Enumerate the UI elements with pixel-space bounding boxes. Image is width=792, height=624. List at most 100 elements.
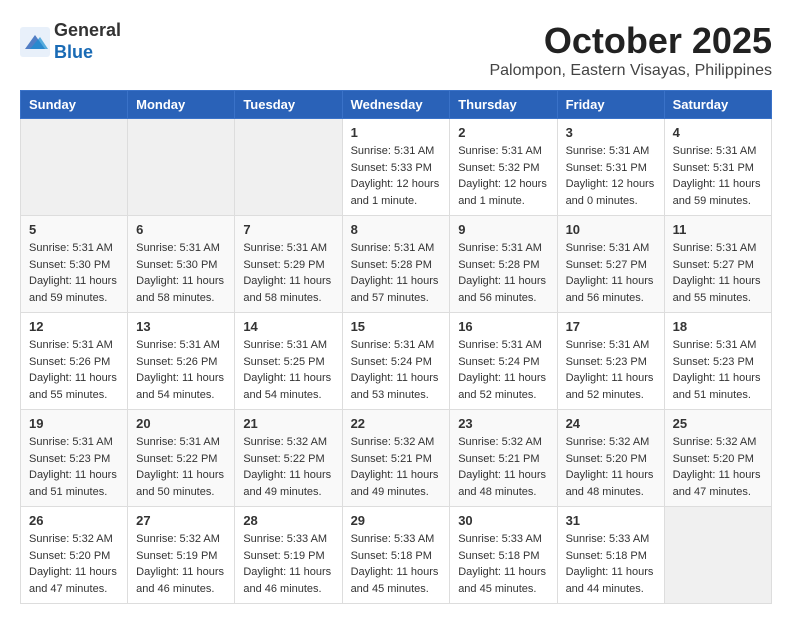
calendar-cell: 22 Sunrise: 5:32 AM Sunset: 5:21 PM Dayli… xyxy=(342,410,450,507)
calendar-cell: 28 Sunrise: 5:33 AM Sunset: 5:19 PM Dayli… xyxy=(235,507,342,604)
weekday-header-tuesday: Tuesday xyxy=(235,91,342,119)
calendar-cell: 26 Sunrise: 5:32 AM Sunset: 5:20 PM Dayli… xyxy=(21,507,128,604)
day-info: Sunrise: 5:31 AM Sunset: 5:33 PM Dayligh… xyxy=(351,143,442,209)
calendar-table: SundayMondayTuesdayWednesdayThursdayFrid… xyxy=(20,90,772,604)
day-info: Sunrise: 5:31 AM Sunset: 5:26 PM Dayligh… xyxy=(29,337,119,403)
day-info: Sunrise: 5:31 AM Sunset: 5:26 PM Dayligh… xyxy=(136,337,226,403)
day-number: 11 xyxy=(673,222,763,237)
day-number: 16 xyxy=(458,319,548,334)
day-info: Sunrise: 5:31 AM Sunset: 5:30 PM Dayligh… xyxy=(29,240,119,306)
day-number: 14 xyxy=(243,319,333,334)
weekday-header-friday: Friday xyxy=(557,91,664,119)
day-number: 22 xyxy=(351,416,442,431)
day-info: Sunrise: 5:31 AM Sunset: 5:23 PM Dayligh… xyxy=(673,337,763,403)
week-row-3: 12 Sunrise: 5:31 AM Sunset: 5:26 PM Dayli… xyxy=(21,313,772,410)
day-info: Sunrise: 5:33 AM Sunset: 5:18 PM Dayligh… xyxy=(351,531,442,597)
day-info: Sunrise: 5:32 AM Sunset: 5:22 PM Dayligh… xyxy=(243,434,333,500)
day-info: Sunrise: 5:32 AM Sunset: 5:21 PM Dayligh… xyxy=(351,434,442,500)
week-row-5: 26 Sunrise: 5:32 AM Sunset: 5:20 PM Dayli… xyxy=(21,507,772,604)
calendar-cell: 12 Sunrise: 5:31 AM Sunset: 5:26 PM Dayli… xyxy=(21,313,128,410)
calendar-cell xyxy=(21,119,128,216)
day-number: 3 xyxy=(566,125,656,140)
day-number: 5 xyxy=(29,222,119,237)
day-info: Sunrise: 5:32 AM Sunset: 5:20 PM Dayligh… xyxy=(566,434,656,500)
calendar-cell: 20 Sunrise: 5:31 AM Sunset: 5:22 PM Dayli… xyxy=(128,410,235,507)
calendar-cell: 15 Sunrise: 5:31 AM Sunset: 5:24 PM Dayli… xyxy=(342,313,450,410)
calendar-cell: 14 Sunrise: 5:31 AM Sunset: 5:25 PM Dayli… xyxy=(235,313,342,410)
calendar-cell: 7 Sunrise: 5:31 AM Sunset: 5:29 PM Daylig… xyxy=(235,216,342,313)
calendar-cell: 27 Sunrise: 5:32 AM Sunset: 5:19 PM Dayli… xyxy=(128,507,235,604)
day-number: 7 xyxy=(243,222,333,237)
day-number: 20 xyxy=(136,416,226,431)
weekday-header-saturday: Saturday xyxy=(664,91,771,119)
day-info: Sunrise: 5:31 AM Sunset: 5:27 PM Dayligh… xyxy=(673,240,763,306)
weekday-header-sunday: Sunday xyxy=(21,91,128,119)
title-area: October 2025 Palompon, Eastern Visayas, … xyxy=(489,20,772,80)
logo: General Blue xyxy=(20,20,121,63)
day-number: 30 xyxy=(458,513,548,528)
weekday-header-thursday: Thursday xyxy=(450,91,557,119)
calendar-cell: 23Sunrise: 5:32 AM Sunset: 5:21 PM Dayli… xyxy=(450,410,557,507)
week-row-4: 19Sunrise: 5:31 AM Sunset: 5:23 PM Dayli… xyxy=(21,410,772,507)
calendar-cell: 6Sunrise: 5:31 AM Sunset: 5:30 PM Daylig… xyxy=(128,216,235,313)
day-info: Sunrise: 5:31 AM Sunset: 5:29 PM Dayligh… xyxy=(243,240,333,306)
calendar-cell: 2Sunrise: 5:31 AM Sunset: 5:32 PM Daylig… xyxy=(450,119,557,216)
day-number: 8 xyxy=(351,222,442,237)
day-info: Sunrise: 5:31 AM Sunset: 5:28 PM Dayligh… xyxy=(458,240,548,306)
day-number: 19 xyxy=(29,416,119,431)
week-row-1: 1 Sunrise: 5:31 AM Sunset: 5:33 PM Daylig… xyxy=(21,119,772,216)
calendar-cell: 21 Sunrise: 5:32 AM Sunset: 5:22 PM Dayli… xyxy=(235,410,342,507)
day-number: 28 xyxy=(243,513,333,528)
calendar-cell: 9 Sunrise: 5:31 AM Sunset: 5:28 PM Daylig… xyxy=(450,216,557,313)
day-number: 15 xyxy=(351,319,442,334)
day-number: 21 xyxy=(243,416,333,431)
day-info: Sunrise: 5:31 AM Sunset: 5:24 PM Dayligh… xyxy=(458,337,548,403)
location-subtitle: Palompon, Eastern Visayas, Philippines xyxy=(489,62,772,80)
calendar-cell: 13Sunrise: 5:31 AM Sunset: 5:26 PM Dayli… xyxy=(128,313,235,410)
calendar-cell: 16 Sunrise: 5:31 AM Sunset: 5:24 PM Dayli… xyxy=(450,313,557,410)
page-header: General Blue October 2025 Palompon, East… xyxy=(20,20,772,80)
day-info: Sunrise: 5:31 AM Sunset: 5:30 PM Dayligh… xyxy=(136,240,226,306)
day-number: 4 xyxy=(673,125,763,140)
calendar-cell: 25Sunrise: 5:32 AM Sunset: 5:20 PM Dayli… xyxy=(664,410,771,507)
day-info: Sunrise: 5:33 AM Sunset: 5:18 PM Dayligh… xyxy=(458,531,548,597)
calendar-cell: 11 Sunrise: 5:31 AM Sunset: 5:27 PM Dayli… xyxy=(664,216,771,313)
day-number: 23 xyxy=(458,416,548,431)
day-number: 27 xyxy=(136,513,226,528)
weekday-header-monday: Monday xyxy=(128,91,235,119)
weekday-header-wednesday: Wednesday xyxy=(342,91,450,119)
day-number: 18 xyxy=(673,319,763,334)
day-info: Sunrise: 5:31 AM Sunset: 5:28 PM Dayligh… xyxy=(351,240,442,306)
day-info: Sunrise: 5:31 AM Sunset: 5:23 PM Dayligh… xyxy=(566,337,656,403)
day-number: 9 xyxy=(458,222,548,237)
calendar-cell: 17 Sunrise: 5:31 AM Sunset: 5:23 PM Dayli… xyxy=(557,313,664,410)
day-number: 24 xyxy=(566,416,656,431)
day-info: Sunrise: 5:31 AM Sunset: 5:31 PM Dayligh… xyxy=(566,143,656,209)
day-number: 26 xyxy=(29,513,119,528)
calendar-cell: 3 Sunrise: 5:31 AM Sunset: 5:31 PM Daylig… xyxy=(557,119,664,216)
day-number: 1 xyxy=(351,125,442,140)
logo-icon xyxy=(20,27,50,57)
day-info: Sunrise: 5:33 AM Sunset: 5:19 PM Dayligh… xyxy=(243,531,333,597)
day-info: Sunrise: 5:32 AM Sunset: 5:20 PM Dayligh… xyxy=(29,531,119,597)
day-info: Sunrise: 5:31 AM Sunset: 5:22 PM Dayligh… xyxy=(136,434,226,500)
calendar-cell: 24 Sunrise: 5:32 AM Sunset: 5:20 PM Dayli… xyxy=(557,410,664,507)
calendar-cell xyxy=(235,119,342,216)
calendar-cell xyxy=(128,119,235,216)
day-info: Sunrise: 5:31 AM Sunset: 5:25 PM Dayligh… xyxy=(243,337,333,403)
calendar-cell xyxy=(664,507,771,604)
day-info: Sunrise: 5:31 AM Sunset: 5:27 PM Dayligh… xyxy=(566,240,656,306)
day-number: 29 xyxy=(351,513,442,528)
calendar-cell: 10Sunrise: 5:31 AM Sunset: 5:27 PM Dayli… xyxy=(557,216,664,313)
day-number: 17 xyxy=(566,319,656,334)
calendar-cell: 1 Sunrise: 5:31 AM Sunset: 5:33 PM Daylig… xyxy=(342,119,450,216)
day-info: Sunrise: 5:31 AM Sunset: 5:31 PM Dayligh… xyxy=(673,143,763,209)
calendar-cell: 31Sunrise: 5:33 AM Sunset: 5:18 PM Dayli… xyxy=(557,507,664,604)
logo-general-text: General xyxy=(54,20,121,40)
calendar-cell: 19Sunrise: 5:31 AM Sunset: 5:23 PM Dayli… xyxy=(21,410,128,507)
day-number: 12 xyxy=(29,319,119,334)
day-info: Sunrise: 5:32 AM Sunset: 5:19 PM Dayligh… xyxy=(136,531,226,597)
day-info: Sunrise: 5:31 AM Sunset: 5:24 PM Dayligh… xyxy=(351,337,442,403)
day-number: 31 xyxy=(566,513,656,528)
day-number: 25 xyxy=(673,416,763,431)
